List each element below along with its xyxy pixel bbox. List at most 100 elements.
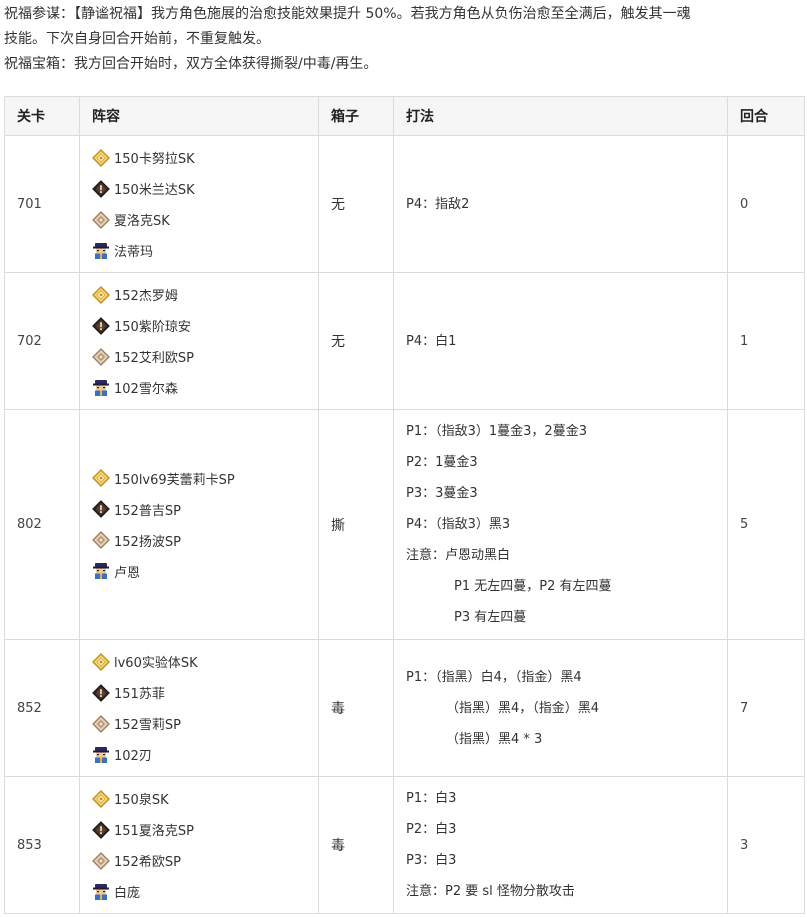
table-header-row: 关卡 阵容 箱子 打法 回合 bbox=[4, 96, 805, 136]
npc-person-icon bbox=[92, 746, 110, 764]
intro-line-2: 技能。下次自身回合开始前，不重复触发。 bbox=[4, 31, 270, 47]
method-line: P2：1蔓金3 bbox=[406, 455, 478, 470]
unit-name: 152艾利欧SP bbox=[114, 351, 194, 366]
gold-diamond-icon bbox=[92, 652, 110, 671]
method-line: P3：3蔓金3 bbox=[406, 486, 478, 501]
gold-diamond-icon bbox=[92, 789, 110, 808]
npc-person-icon bbox=[92, 242, 110, 260]
stage-table: 关卡 阵容 箱子 打法 回合 701 150卡努拉SK 150米兰达SK 夏洛克SK 法… bbox=[4, 96, 805, 914]
lineup-unit: 法蒂玛 bbox=[92, 235, 317, 266]
lineup-unit: 白庞 bbox=[92, 876, 317, 907]
unit-name: 152杰罗姆 bbox=[114, 289, 178, 304]
method-line: 注意：P2 要 sl 怪物分散攻击 bbox=[406, 884, 575, 899]
method-line: P4：指敌2 bbox=[406, 196, 470, 212]
header-level: 关卡 bbox=[4, 96, 80, 136]
method-line: P3 有左四蔓 bbox=[454, 610, 527, 625]
cell-method: P1：（指敌3）1蔓金3，2蔓金3 P2：1蔓金3 P3：3蔓金3 P4：（指敌3）黑… bbox=[393, 409, 728, 640]
lineup-unit: 152杰罗姆 bbox=[92, 279, 317, 310]
cell-method: P1：白3 P2：白3 P3：白3 注意：P2 要 sl 怪物分散攻击 bbox=[393, 776, 728, 914]
lineup-unit: 150lv69芙蕾莉卡SP bbox=[92, 463, 317, 494]
dark-diamond-icon bbox=[92, 500, 110, 518]
header-rounds: 回合 bbox=[727, 96, 805, 136]
lineup-unit: 151夏洛克SP bbox=[92, 814, 317, 845]
header-box: 箱子 bbox=[318, 96, 394, 136]
npc-person-icon bbox=[92, 379, 110, 397]
lineup-unit: 150泉SK bbox=[92, 783, 317, 814]
unit-name: 151苏菲 bbox=[114, 687, 165, 702]
method-line: P3：白3 bbox=[406, 853, 457, 868]
cell-box: 无 bbox=[318, 272, 394, 410]
npc-person-icon bbox=[92, 562, 110, 580]
table-row: 852 lv60实验体SK 151苏菲 152雪莉SP 102刃 毒 P1：（指黑）白4，（… bbox=[4, 639, 805, 777]
method-line: P2：白3 bbox=[406, 822, 457, 837]
lineup-unit: 150卡努拉SK bbox=[92, 142, 317, 173]
lineup-unit: 150紫阶琼安 bbox=[92, 310, 317, 341]
unit-name: 150米兰达SK bbox=[114, 183, 195, 198]
cell-level: 702 bbox=[4, 272, 80, 410]
lineup-unit: 152艾利欧SP bbox=[92, 341, 317, 372]
method-line: 注意：卢恩动黑白 bbox=[406, 548, 511, 563]
method-line: P4：白1 bbox=[406, 333, 457, 349]
cell-rounds: 3 bbox=[727, 776, 805, 914]
header-method: 打法 bbox=[393, 96, 728, 136]
unit-name: 102雪尔森 bbox=[114, 382, 178, 397]
cell-rounds: 0 bbox=[727, 135, 805, 273]
method-line: P4：（指敌3）黑3 bbox=[406, 517, 511, 532]
lineup-unit: 卢恩 bbox=[92, 556, 317, 587]
lineup-unit: 102刃 bbox=[92, 739, 317, 770]
lineup-unit: 152普吉SP bbox=[92, 494, 317, 525]
unit-name: 151夏洛克SP bbox=[114, 824, 194, 839]
tan-diamond-icon bbox=[92, 714, 110, 733]
unit-name: 法蒂玛 bbox=[114, 245, 154, 260]
lineup-unit: 151苏菲 bbox=[92, 677, 317, 708]
cell-rounds: 5 bbox=[727, 409, 805, 640]
cell-method: P1：（指黑）白4，（指金）黑4 （指黑）黑4，（指金）黑4 （指黑）黑4 * 3 bbox=[393, 639, 728, 777]
cell-lineup: 152杰罗姆 150紫阶琼安 152艾利欧SP 102雪尔森 bbox=[79, 272, 319, 410]
unit-name: 白庞 bbox=[114, 886, 141, 901]
unit-name: 152雪莉SP bbox=[114, 718, 181, 733]
unit-name: 152希欧SP bbox=[114, 855, 181, 870]
lineup-unit: 152雪莉SP bbox=[92, 708, 317, 739]
cell-box: 撕 bbox=[318, 409, 394, 640]
dark-diamond-icon bbox=[92, 683, 110, 702]
unit-name: 150lv69芙蕾莉卡SP bbox=[114, 472, 235, 488]
cell-box: 无 bbox=[318, 135, 394, 273]
tan-diamond-icon bbox=[92, 347, 110, 366]
cell-lineup: 150卡努拉SK 150米兰达SK 夏洛克SK 法蒂玛 bbox=[79, 135, 319, 273]
unit-name: 150卡努拉SK bbox=[114, 152, 195, 167]
cell-rounds: 7 bbox=[727, 639, 805, 777]
method-line: P1 无左四蔓，P2 有左四蔓 bbox=[454, 579, 612, 594]
unit-name: 102刃 bbox=[114, 749, 152, 764]
lineup-unit: 102雪尔森 bbox=[92, 372, 317, 403]
lineup-unit: lv60实验体SK bbox=[92, 646, 317, 677]
unit-name: 150泉SK bbox=[114, 793, 169, 808]
cell-method: P4：指敌2 bbox=[393, 135, 728, 273]
lineup-unit: 152扬波SP bbox=[92, 525, 317, 556]
npc-person-icon bbox=[92, 883, 110, 901]
lineup-unit: 152希欧SP bbox=[92, 845, 317, 876]
cell-level: 852 bbox=[4, 639, 80, 777]
unit-name: 152普吉SP bbox=[114, 503, 181, 519]
table-row: 802 150lv69芙蕾莉卡SP 152普吉SP 152扬波SP 卢恩撕 P1：（指敌3… bbox=[4, 409, 805, 640]
tan-diamond-icon bbox=[92, 851, 110, 870]
intro-line-1: 祝福参谋：【静谧祝福】我方角色施展的治愈技能效果提升 50%。若我方角色从负伤治… bbox=[4, 6, 691, 22]
cell-lineup: 150泉SK 151夏洛克SP 152希欧SP 白庞 bbox=[79, 776, 319, 914]
method-line: （指黑）黑4 * 3 bbox=[446, 731, 543, 747]
cell-level: 802 bbox=[4, 409, 80, 640]
unit-name: 150紫阶琼安 bbox=[114, 320, 191, 335]
table-row: 702 152杰罗姆 150紫阶琼安 152艾利欧SP 102雪尔森 无 P4：白1 1 bbox=[4, 272, 805, 410]
dark-diamond-icon bbox=[92, 820, 110, 839]
gold-diamond-icon bbox=[92, 285, 110, 304]
unit-name: lv60实验体SK bbox=[114, 656, 198, 671]
gold-diamond-icon bbox=[92, 469, 110, 487]
tan-diamond-icon bbox=[92, 210, 110, 229]
intro-text: 祝福参谋：【静谧祝福】我方角色施展的治愈技能效果提升 50%。若我方角色从负伤治… bbox=[4, 2, 804, 77]
unit-name: 夏洛克SK bbox=[114, 214, 170, 229]
tan-diamond-icon bbox=[92, 531, 110, 549]
unit-name: 152扬波SP bbox=[114, 534, 181, 550]
lineup-unit: 夏洛克SK bbox=[92, 204, 317, 235]
cell-box: 毒 bbox=[318, 639, 394, 777]
table-row: 853 150泉SK 151夏洛克SP 152希欧SP 白庞 毒 P1：白3 P2：白3 P3：… bbox=[4, 776, 805, 914]
cell-box: 毒 bbox=[318, 776, 394, 914]
table-row: 701 150卡努拉SK 150米兰达SK 夏洛克SK 法蒂玛 无 P4：指敌2 0 bbox=[4, 135, 805, 273]
